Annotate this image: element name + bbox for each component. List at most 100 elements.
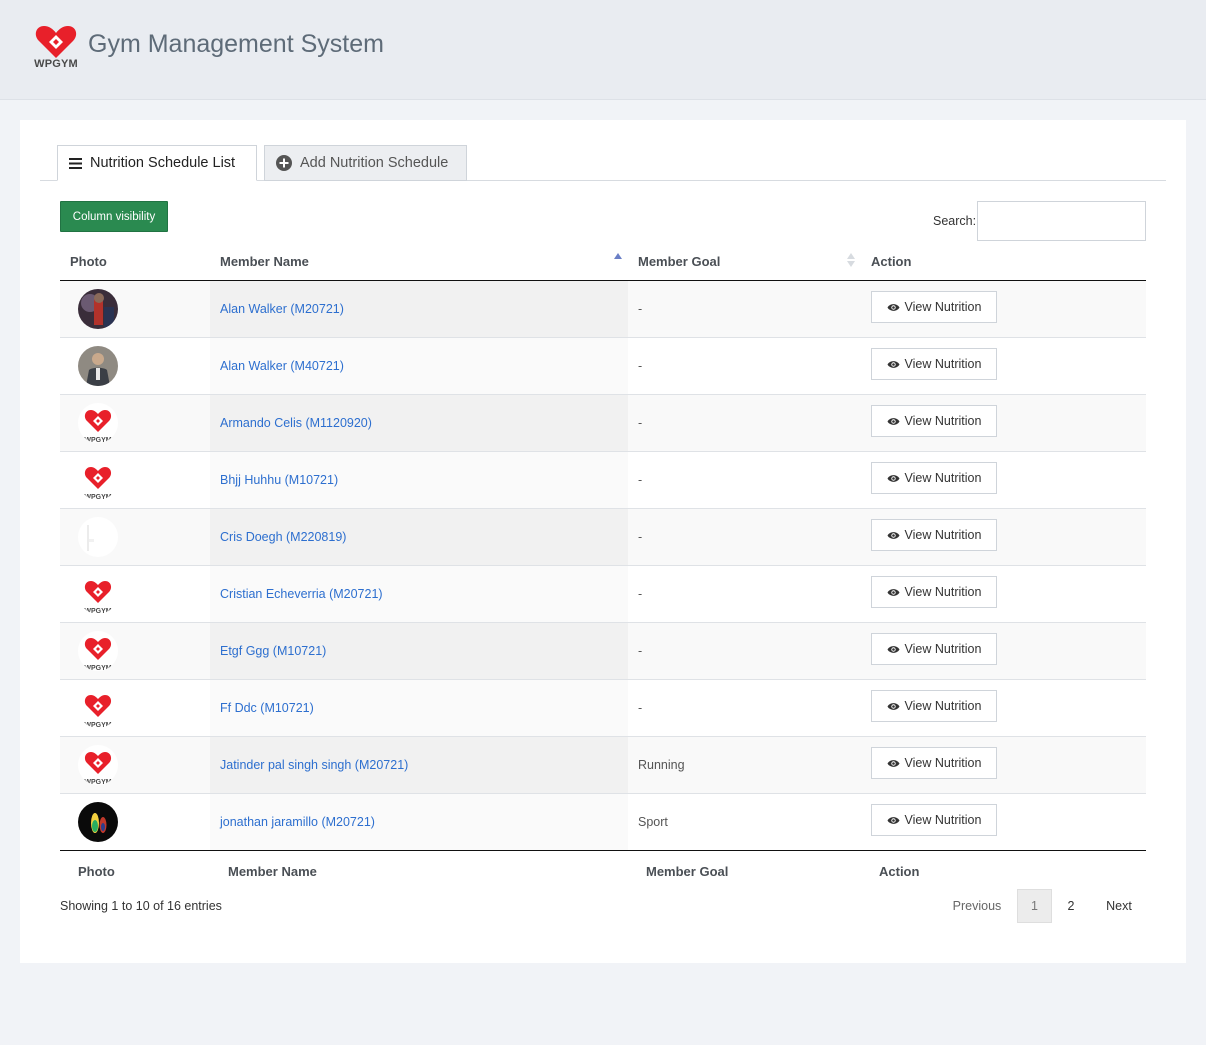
member-avatar — [78, 289, 118, 329]
member-avatar: WPGYM — [78, 460, 118, 500]
eye-icon — [887, 702, 900, 711]
heart-logo-icon — [35, 26, 77, 58]
view-nutrition-label: View Nutrition — [904, 642, 982, 656]
view-nutrition-label: View Nutrition — [904, 300, 982, 314]
svg-text:WPGYM: WPGYM — [84, 608, 111, 614]
member-goal: Running — [638, 758, 685, 772]
column-visibility-button[interactable]: Column visibility — [60, 201, 168, 232]
eye-icon — [887, 645, 900, 654]
page-2-button[interactable]: 2 — [1054, 889, 1088, 923]
member-avatar: WPGYM — [78, 574, 118, 614]
view-nutrition-label: View Nutrition — [904, 585, 982, 599]
view-nutrition-label: View Nutrition — [904, 414, 982, 428]
search-label: Search: — [933, 214, 977, 228]
member-name-link[interactable]: Cristian Echeverria (M20721) — [220, 566, 383, 622]
svg-text:WPGYM: WPGYM — [84, 779, 111, 785]
view-nutrition-button[interactable]: View Nutrition — [871, 690, 997, 722]
table-body: Alan Walker (M20721) - View Nutrition Alan … — [60, 281, 1146, 851]
member-name-link[interactable]: jonathan jaramillo (M20721) — [220, 794, 375, 850]
table-row: jonathan jaramillo (M20721) Sport View Nut… — [60, 794, 1146, 851]
member-name-link[interactable]: Alan Walker (M20721) — [220, 281, 344, 337]
column-header-member-name[interactable]: Member Name — [220, 241, 309, 281]
previous-page-button[interactable]: Previous — [940, 889, 1014, 923]
svg-text:WPGYM: WPGYM — [84, 494, 111, 500]
member-name-link[interactable]: Armando Celis (M1120920) — [220, 395, 372, 451]
member-name-link[interactable]: Alan Walker (M40721) — [220, 338, 344, 394]
table-info: Showing 1 to 10 of 16 entries — [60, 899, 222, 913]
member-avatar: WPGYM — [78, 688, 118, 728]
eye-icon — [887, 303, 900, 312]
tab-label: Nutrition Schedule List — [90, 155, 236, 171]
view-nutrition-button[interactable]: View Nutrition — [871, 462, 997, 494]
table-row: WPGYM Armando Celis (M1120920) - View Nutri… — [60, 395, 1146, 452]
member-avatar: WPGYM — [78, 403, 118, 443]
view-nutrition-label: View Nutrition — [904, 756, 982, 770]
table-row: WPGYM Cristian Echeverria (M20721) - View N… — [60, 566, 1146, 623]
member-goal: - — [638, 644, 643, 658]
eye-icon — [887, 360, 900, 369]
tab-label: Add Nutrition Schedule — [300, 155, 449, 171]
footer-action: Action — [879, 863, 920, 879]
pagination: Previous 1 2 Next — [940, 889, 1146, 923]
search-input[interactable] — [977, 201, 1146, 241]
main-panel: Nutrition Schedule List Add Nutrition Sc… — [20, 120, 1186, 963]
view-nutrition-button[interactable]: View Nutrition — [871, 291, 997, 323]
view-nutrition-label: View Nutrition — [904, 471, 982, 485]
view-nutrition-button[interactable]: View Nutrition — [871, 633, 997, 665]
top-bar: WPGYM Gym Management System — [0, 0, 1206, 100]
tab-bar: Nutrition Schedule List Add Nutrition Sc… — [40, 145, 1166, 181]
view-nutrition-label: View Nutrition — [904, 357, 982, 371]
plus-circle-icon — [276, 155, 292, 171]
eye-icon — [887, 816, 900, 825]
view-nutrition-button[interactable]: View Nutrition — [871, 747, 997, 779]
member-avatar — [78, 802, 118, 842]
member-name-link[interactable]: Cris Doegh (M220819) — [220, 509, 346, 565]
member-avatar: WPGYM — [78, 745, 118, 785]
table-row: WPGYM Ff Ddc (M10721) - View Nutrition — [60, 680, 1146, 737]
tab-add-nutrition-schedule[interactable]: Add Nutrition Schedule — [264, 145, 467, 181]
view-nutrition-button[interactable]: View Nutrition — [871, 405, 997, 437]
member-goal: - — [638, 302, 643, 316]
eye-icon — [887, 531, 900, 540]
view-nutrition-label: View Nutrition — [904, 528, 982, 542]
view-nutrition-button[interactable]: View Nutrition — [871, 804, 997, 836]
member-goal: - — [638, 530, 643, 544]
nutrition-table: Photo Member Name Member Goal Action Ala… — [60, 241, 1146, 891]
view-nutrition-button[interactable]: View Nutrition — [871, 519, 997, 551]
sort-ascending-icon — [614, 253, 622, 259]
tab-nutrition-schedule-list[interactable]: Nutrition Schedule List — [57, 145, 257, 181]
view-nutrition-button[interactable]: View Nutrition — [871, 576, 997, 608]
svg-text:WPGYM: WPGYM — [84, 437, 111, 443]
member-avatar — [78, 346, 118, 386]
member-goal: Sport — [638, 815, 668, 829]
table-footer: Photo Member Name Member Goal Action — [60, 851, 1146, 891]
footer-member-goal: Member Goal — [646, 863, 729, 879]
svg-text:WPGYM: WPGYM — [84, 722, 111, 728]
member-name-link[interactable]: Bhjj Huhhu (M10721) — [220, 452, 338, 508]
eye-icon — [887, 474, 900, 483]
member-goal: - — [638, 587, 643, 601]
eye-icon — [887, 759, 900, 768]
column-header-member-goal[interactable]: Member Goal — [638, 241, 720, 281]
member-avatar — [78, 517, 118, 557]
table-row: Alan Walker (M40721) - View Nutrition — [60, 338, 1146, 395]
table-row: Alan Walker (M20721) - View Nutrition — [60, 281, 1146, 338]
table-row: Cris Doegh (M220819) - View Nutrition — [60, 509, 1146, 566]
list-icon — [69, 157, 82, 169]
table-header: Photo Member Name Member Goal Action — [60, 241, 1146, 281]
next-page-button[interactable]: Next — [1092, 889, 1146, 923]
table-row: WPGYM Etgf Ggg (M10721) - View Nutrition — [60, 623, 1146, 680]
column-header-photo[interactable]: Photo — [70, 241, 107, 281]
member-goal: - — [638, 416, 643, 430]
app-title: Gym Management System — [88, 30, 384, 58]
wpgym-logo: WPGYM — [30, 25, 82, 71]
member-name-link[interactable]: Etgf Ggg (M10721) — [220, 623, 326, 679]
page-1-button[interactable]: 1 — [1017, 889, 1052, 923]
member-name-link[interactable]: Ff Ddc (M10721) — [220, 680, 314, 736]
view-nutrition-button[interactable]: View Nutrition — [871, 348, 997, 380]
member-goal: - — [638, 473, 643, 487]
eye-icon — [887, 588, 900, 597]
sort-icon — [847, 253, 855, 269]
member-name-link[interactable]: Jatinder pal singh singh (M20721) — [220, 737, 408, 793]
view-nutrition-label: View Nutrition — [904, 813, 982, 827]
